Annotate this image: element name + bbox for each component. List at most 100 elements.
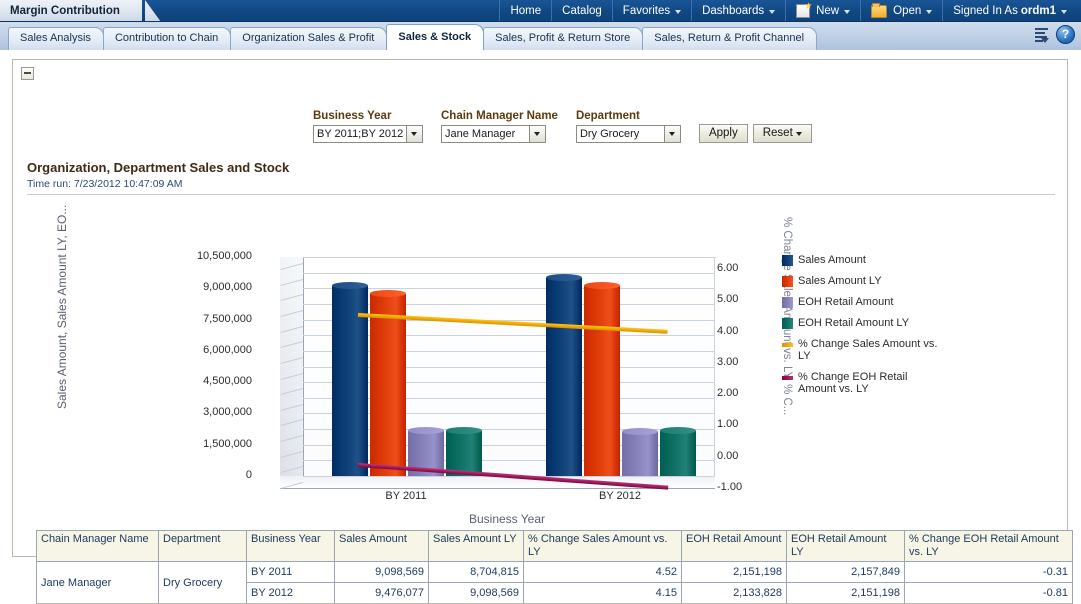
legend-item[interactable]: Sales Amount <box>782 254 942 266</box>
prompt-label-business-year: Business Year <box>313 110 423 122</box>
page-body: Business Year BY 2011;BY 2012 Chain Manage… <box>0 50 1081 596</box>
business-year-select[interactable]: BY 2011;BY 2012 <box>313 125 423 143</box>
chart-legend: Sales Amount Sales Amount LY EOH Retail Am… <box>782 254 942 404</box>
legend-label: % Change EOH Retail Amount vs. LY <box>798 371 942 395</box>
chevron-down-icon[interactable] <box>664 126 680 142</box>
legend-item[interactable]: % Change Sales Amount vs. LY <box>782 338 942 362</box>
department-select[interactable]: Dry Grocery <box>576 125 681 143</box>
chain-manager-name-value: Jane Manager <box>445 126 515 142</box>
legend-label: EOH Retail Amount <box>798 296 893 308</box>
globalnav-item-open[interactable]: Open <box>861 0 943 22</box>
table-column-header[interactable]: Sales Amount LY <box>429 531 524 562</box>
chevron-down-icon <box>769 10 775 14</box>
new-document-icon <box>796 4 810 18</box>
dashboard-page-tab[interactable]: Margin Contribution <box>0 0 142 22</box>
table-row: Jane ManagerDry GroceryBY 20119,098,5698… <box>37 562 1073 583</box>
cell-sales-amount: 9,098,569 <box>335 562 429 583</box>
chart-graph: Sales Amount, Sales Amount LY, EO... % C… <box>27 202 1055 532</box>
chart-x-axis-title: Business Year <box>357 512 657 526</box>
signed-in-as[interactable]: Signed In Asordm1 <box>943 0 1077 22</box>
cell-business-year: BY 2011 <box>247 562 335 583</box>
legend-item[interactable]: % Change EOH Retail Amount vs. LY <box>782 371 942 395</box>
cell-pct-change-eoh: -0.81 <box>905 583 1073 604</box>
page-tab-slant <box>145 0 161 22</box>
legend-label: % Change Sales Amount vs. LY <box>798 338 942 362</box>
legend-item[interactable]: EOH Retail Amount LY <box>782 317 942 329</box>
y2-tick-label: 2.00 <box>717 387 738 399</box>
tab-contribution-to-chain[interactable]: Contribution to Chain <box>103 27 231 50</box>
reset-button[interactable]: Reset <box>753 124 812 143</box>
y-tick-label: 10,500,000 <box>197 250 252 262</box>
y-tick-label: 9,000,000 <box>203 281 252 293</box>
chevron-down-icon[interactable] <box>529 126 545 142</box>
globalnav-item-home[interactable]: Home <box>499 0 552 22</box>
application-window: Margin Contribution Home Catalog Favorites… <box>0 0 1081 596</box>
bar-face <box>584 286 620 476</box>
cell-eoh-retail-amount-ly: 2,157,849 <box>787 562 905 583</box>
table-column-header[interactable]: % Change EOH Retail Amount vs. LY <box>905 531 1073 562</box>
chevron-down-icon <box>796 132 802 136</box>
bar-eoh-retail-amount-ly[interactable] <box>660 431 696 476</box>
bar-sales-amount-ly[interactable] <box>370 294 406 476</box>
prompt-chain-manager-name: Chain Manager Name Jane Manager <box>441 110 558 143</box>
bar-sales-amount-ly[interactable] <box>584 286 620 476</box>
tab-sales-return-profit-channel[interactable]: Sales, Return & Profit Channel <box>642 27 817 50</box>
cell-department: Dry Grocery <box>159 562 247 604</box>
cell-sales-amount-ly: 9,098,569 <box>429 583 524 604</box>
prompt-label-department: Department <box>576 110 681 122</box>
collapse-section-icon[interactable] <box>21 67 34 80</box>
tab-label: Contribution to Chain <box>115 32 218 44</box>
chevron-down-icon[interactable] <box>406 126 422 142</box>
chain-manager-name-select[interactable]: Jane Manager <box>441 125 546 143</box>
table-column-header[interactable]: Department <box>159 531 247 562</box>
bar-eoh-retail-amount[interactable] <box>622 432 658 477</box>
globalnav-item-label: Catalog <box>562 5 602 17</box>
legend-label: Sales Amount <box>798 254 866 266</box>
page-options-icon[interactable] <box>1032 27 1049 42</box>
tab-organization-sales-profit[interactable]: Organization Sales & Profit <box>230 27 387 50</box>
chart-plot-area: BY 2011BY 2012 <box>280 257 715 488</box>
globalnav-item-new[interactable]: New <box>786 0 861 22</box>
globalnav-item-catalog[interactable]: Catalog <box>552 0 613 22</box>
y2-tick-label: 3.00 <box>717 356 738 368</box>
bar-face <box>660 431 696 476</box>
tab-sales-profit-return-store[interactable]: Sales, Profit & Return Store <box>483 27 643 50</box>
signed-in-user: ordm1 <box>1021 5 1056 17</box>
y-tick-label: 0 <box>246 469 252 481</box>
cell-pct-change-sales: 4.52 <box>524 562 682 583</box>
table-column-header[interactable]: Sales Amount <box>335 531 429 562</box>
table-column-header[interactable]: Business Year <box>247 531 335 562</box>
globalnav-item-favorites[interactable]: Favorites <box>613 0 692 22</box>
table-column-header[interactable]: EOH Retail Amount LY <box>787 531 905 562</box>
help-icon[interactable]: ? <box>1056 25 1075 44</box>
legend-item[interactable]: Sales Amount LY <box>782 275 942 287</box>
chevron-down-icon <box>844 10 850 14</box>
bar-top <box>446 427 482 434</box>
table-column-header[interactable]: EOH Retail Amount <box>682 531 787 562</box>
legend-label: EOH Retail Amount LY <box>798 317 909 329</box>
tab-sales-stock[interactable]: Sales & Stock <box>386 24 484 50</box>
gridline <box>303 257 715 258</box>
cell-sales-amount: 9,476,077 <box>335 583 429 604</box>
apply-button[interactable]: Apply <box>699 124 748 143</box>
global-header: Margin Contribution Home Catalog Favorites… <box>0 0 1081 22</box>
folder-open-icon <box>871 5 887 18</box>
globalnav-item-dashboards[interactable]: Dashboards <box>692 0 786 22</box>
chart-y-axis-title: Sales Amount, Sales Amount LY, EO... <box>55 219 69 409</box>
table-column-header[interactable]: Chain Manager Name <box>37 531 159 562</box>
title-divider <box>27 194 1055 195</box>
bar-sales-amount[interactable] <box>546 278 582 476</box>
prompt-label-chain-manager-name: Chain Manager Name <box>441 110 558 122</box>
legend-label: Sales Amount LY <box>798 275 882 287</box>
prompt-bar: Business Year BY 2011;BY 2012 Chain Manage… <box>313 110 812 143</box>
globalnav-item-label: Favorites <box>623 5 670 17</box>
gridline <box>303 273 715 274</box>
cell-chain-manager: Jane Manager <box>37 562 159 604</box>
tab-label: Sales & Stock <box>398 31 471 43</box>
tab-sales-analysis[interactable]: Sales Analysis <box>8 27 104 50</box>
table-column-header[interactable]: % Change Sales Amount vs. LY <box>524 531 682 562</box>
legend-item[interactable]: EOH Retail Amount <box>782 296 942 308</box>
x-tick-label: BY 2011 <box>361 490 451 502</box>
chart-y2-axis-ticks: -1.000.001.002.003.004.005.006.00 <box>717 257 763 487</box>
tab-label: Organization Sales & Profit <box>242 32 374 44</box>
